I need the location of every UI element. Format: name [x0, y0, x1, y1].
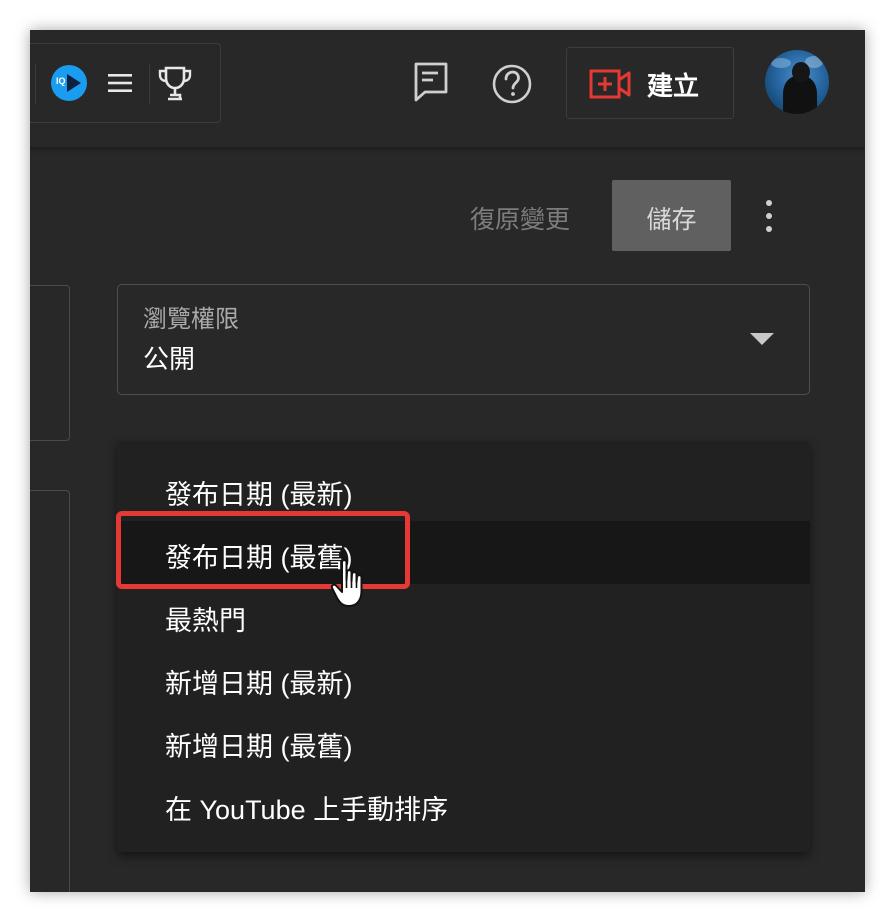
avatar-bg-shape — [771, 58, 791, 68]
menu-item-most-popular[interactable]: 最熱門 — [117, 584, 810, 647]
trophy-icon[interactable] — [157, 64, 193, 104]
sort-order-menu: 發布日期 (最新) 發布日期 (最舊) 最熱門 新增日期 (最新) 新增日期 (… — [117, 441, 810, 852]
extension-toolbar: IQ — [30, 43, 221, 123]
vidiq-badge-text: IQ — [56, 76, 66, 86]
menu-icon[interactable] — [107, 70, 133, 96]
create-video-icon — [589, 69, 631, 99]
feedback-icon[interactable] — [411, 60, 451, 104]
app-window: IQ 建立 復原變更 儲存 瀏覽權限 公開 發布日期 (最新) 發布日期 (最舊… — [30, 30, 865, 892]
hand-cursor-icon — [330, 559, 363, 607]
create-button[interactable]: 建立 — [566, 47, 734, 119]
left-field-fragment — [30, 285, 70, 441]
vidiq-icon[interactable]: IQ — [51, 65, 87, 101]
visibility-select[interactable]: 瀏覽權限 公開 — [117, 284, 810, 395]
save-label: 儲存 — [646, 206, 697, 234]
menu-item-manual[interactable]: 在 YouTube 上手動排序 — [117, 773, 810, 836]
menu-item-label: 最熱門 — [165, 606, 246, 636]
avatar[interactable] — [765, 50, 829, 114]
menu-item-added-newest[interactable]: 新增日期 (最新) — [117, 647, 810, 710]
avatar-figure-head — [792, 62, 810, 82]
menu-item-label: 發布日期 (最新) — [165, 480, 353, 510]
vidiq-play-shape — [67, 74, 81, 92]
menu-item-label: 新增日期 (最新) — [165, 669, 353, 699]
more-options-icon[interactable] — [762, 198, 776, 234]
help-icon[interactable] — [490, 62, 534, 106]
left-field-fragment — [30, 490, 70, 892]
dropdown-arrow-icon — [750, 333, 774, 345]
visibility-label: 瀏覽權限 — [143, 306, 239, 333]
divider — [149, 64, 150, 104]
menu-item-added-oldest[interactable]: 新增日期 (最舊) — [117, 710, 810, 773]
create-label: 建立 — [647, 71, 700, 101]
menu-item-label: 新增日期 (最舊) — [165, 732, 353, 762]
save-button[interactable]: 儲存 — [612, 180, 731, 251]
visibility-value: 公開 — [143, 344, 196, 374]
top-bar: IQ 建立 — [30, 30, 865, 148]
menu-item-label: 在 YouTube 上手動排序 — [165, 795, 449, 825]
divider — [35, 64, 36, 104]
undo-changes-button[interactable]: 復原變更 — [470, 200, 570, 236]
